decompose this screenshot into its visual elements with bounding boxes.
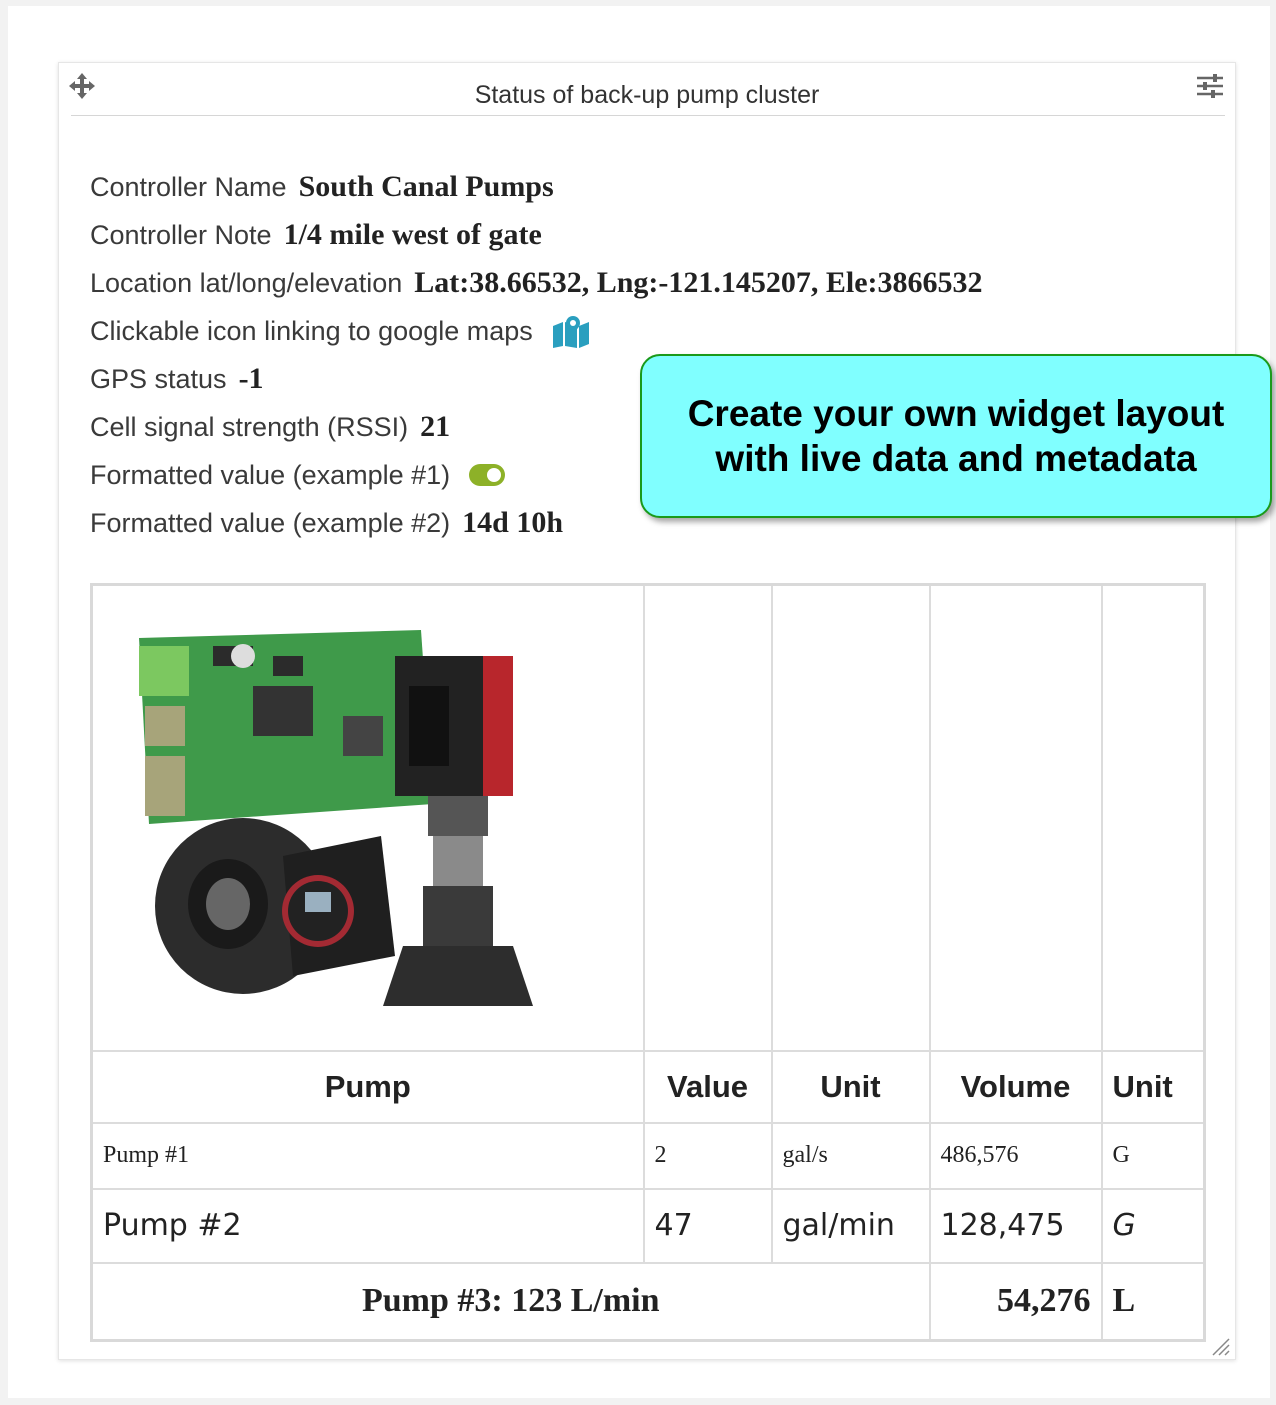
resize-handle-icon[interactable]: [1209, 1335, 1231, 1357]
pump-product-image: [139, 630, 533, 1006]
empty-cell: [1100, 583, 1206, 1052]
callout-text: Create your own widget layout with live …: [688, 391, 1225, 481]
header-divider: [71, 115, 1225, 116]
volume-cell: 128,475: [928, 1187, 1103, 1264]
controller-note-value: 1/4 mile west of gate: [283, 218, 542, 251]
maps-link-row: Clickable icon linking to google maps: [90, 307, 983, 355]
widget-title: Status of back-up pump cluster: [474, 81, 820, 109]
pump-status-widget: Status of back-up pump cluster Controlle…: [58, 62, 1236, 1360]
volume-unit-cell: G: [1100, 1121, 1206, 1190]
table-summary-row: Pump #3: 123 L/min 54,276 L: [90, 1261, 1206, 1342]
location-label: Location lat/long/elevation: [90, 267, 403, 298]
image-row: [90, 583, 1206, 1052]
pump-name-cell: Pump #2: [90, 1187, 645, 1264]
rssi-value: 21: [420, 410, 451, 443]
col-header-volume-unit: Unit: [1100, 1049, 1206, 1124]
volume-unit-cell: L: [1100, 1261, 1206, 1342]
controller-name-value: South Canal Pumps: [298, 170, 554, 203]
volume-unit-cell: G: [1100, 1187, 1206, 1264]
controller-note-label: Controller Note: [90, 219, 272, 250]
formatted-value-1-label: Formatted value (example #1): [90, 459, 451, 490]
maps-link-label: Clickable icon linking to google maps: [90, 315, 533, 346]
unit-cell: gal/min: [770, 1187, 931, 1264]
pump-3-summary-cell: Pump #3: 123 L/min: [90, 1261, 931, 1342]
callout-line-2: with live data and metadata: [715, 438, 1197, 479]
value-cell: 2: [642, 1121, 773, 1190]
value-cell: 47: [642, 1187, 773, 1264]
controller-name-label: Controller Name: [90, 171, 287, 202]
empty-cell: [642, 583, 773, 1052]
gps-status-label: GPS status: [90, 363, 227, 394]
volume-cell: 486,576: [928, 1121, 1103, 1190]
col-header-value: Value: [642, 1049, 773, 1124]
col-header-unit: Unit: [770, 1049, 931, 1124]
rssi-label: Cell signal strength (RSSI): [90, 411, 409, 442]
volume-cell: 54,276: [928, 1261, 1103, 1342]
col-header-volume: Volume: [928, 1049, 1103, 1124]
map-marker-icon[interactable]: [551, 314, 591, 348]
location-value: Lat:38.66532, Lng:-121.145207, Ele:38665…: [414, 266, 983, 299]
location-row: Location lat/long/elevation Lat:38.66532…: [90, 259, 983, 307]
settings-sliders-icon[interactable]: [1195, 73, 1225, 99]
table-row: Pump #2 47 gal/min 128,475 G: [90, 1187, 1206, 1264]
table-header-row: Pump Value Unit Volume Unit: [90, 1049, 1206, 1124]
gps-status-value: -1: [238, 362, 264, 395]
table-row: Pump #1 2 gal/s 486,576 G: [90, 1121, 1206, 1190]
formatted-value-2-label: Formatted value (example #2): [90, 507, 451, 538]
empty-cell: [770, 583, 931, 1052]
empty-cell: [928, 583, 1103, 1052]
formatted-value-2-value: 14d 10h: [462, 506, 564, 539]
pump-table: Pump Value Unit Volume Unit Pump #1 2 ga…: [90, 583, 1206, 1342]
unit-cell: gal/s: [770, 1121, 931, 1190]
controller-name-row: Controller Name South Canal Pumps: [90, 163, 983, 211]
pump-name-cell: Pump #1: [90, 1121, 645, 1190]
col-header-pump: Pump: [90, 1049, 645, 1124]
toggle-on-icon: [469, 464, 506, 486]
controller-note-row: Controller Note 1/4 mile west of gate: [90, 211, 983, 259]
callout-bubble: Create your own widget layout with live …: [640, 354, 1272, 518]
callout-line-1: Create your own widget layout: [687, 393, 1225, 434]
pump-image-cell: [90, 583, 645, 1052]
